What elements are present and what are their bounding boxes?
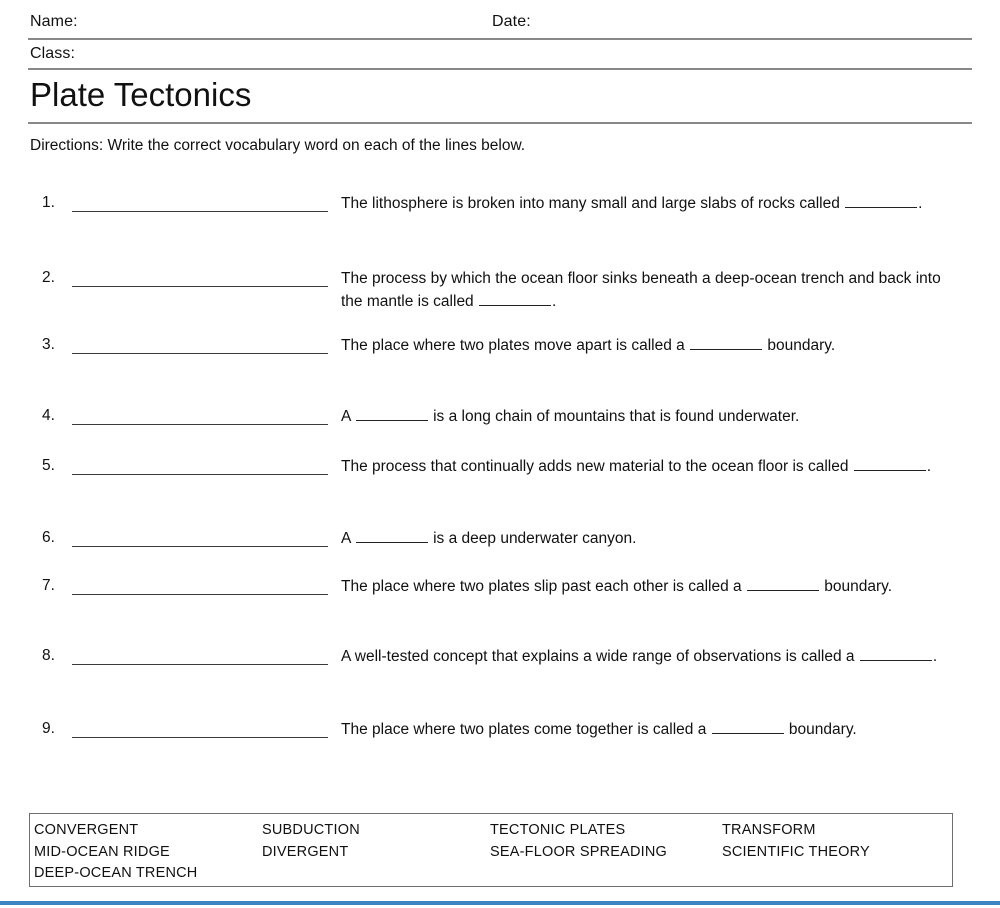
word-bank-item: TECTONIC PLATES	[490, 822, 626, 838]
question-number: 3.	[42, 336, 55, 353]
question-text-after: .	[932, 648, 938, 665]
question-text-after: .	[918, 195, 923, 212]
question-number: 5.	[42, 457, 55, 474]
word-bank-column: TECTONIC PLATES SEA-FLOOR SPREADING	[490, 820, 667, 863]
inline-blank	[711, 720, 784, 734]
inline-blank	[690, 336, 763, 350]
question-number: 2.	[42, 269, 55, 286]
question-text: The lithosphere is broken into many smal…	[341, 192, 951, 215]
question-text-before: The lithosphere is broken into many smal…	[341, 195, 845, 212]
answer-blank-line[interactable]	[72, 546, 328, 547]
class-label: Class:	[30, 45, 76, 62]
word-bank-column: TRANSFORM SCIENTIFIC THEORY	[722, 820, 870, 863]
answer-blank-line[interactable]	[72, 424, 328, 425]
question-text: A is a deep underwater canyon.	[341, 527, 951, 550]
question-number: 9.	[42, 720, 55, 737]
inline-blank	[355, 529, 428, 543]
question-number: 4.	[42, 407, 55, 424]
word-bank-item: DIVERGENT	[262, 843, 349, 860]
header-rule-2	[28, 68, 972, 70]
question-number: 1.	[42, 194, 55, 211]
worksheet-page: Name: Date: Class: Plate Tectonics Direc…	[0, 0, 1000, 901]
answer-blank-line[interactable]	[72, 594, 328, 595]
word-bank-column: SUBDUCTION DIVERGENT	[262, 820, 360, 863]
question-text-before: The process that continually adds new ma…	[341, 458, 853, 475]
inline-blank	[853, 457, 926, 471]
directions-text: Directions: Write the correct vocabulary…	[30, 137, 526, 154]
question-text-after: is a deep underwater canyon.	[428, 530, 637, 547]
word-bank-item: SEA-FLOOR SPREADING	[490, 843, 668, 860]
question-text-before: A well-tested concept that explains a wi…	[341, 648, 859, 665]
question-text-before: A	[341, 530, 355, 547]
question-text-before: The place where two plates slip past eac…	[341, 578, 746, 595]
word-bank-item: MID-OCEAN RIDGE	[34, 843, 170, 860]
inline-blank	[355, 407, 428, 421]
question-text: The place where two plates come together…	[341, 718, 951, 741]
name-date-row: Name: Date:	[28, 12, 972, 38]
word-bank-item: TRANSFORM	[722, 822, 816, 838]
title-rule	[28, 122, 972, 124]
question-number: 7.	[42, 577, 55, 594]
answer-blank-line[interactable]	[72, 737, 328, 738]
question-text-before: The place where two plates come together…	[341, 721, 711, 738]
question-text: A well-tested concept that explains a wi…	[341, 645, 951, 668]
answer-blank-line[interactable]	[72, 353, 328, 354]
question-text-before: The process by which the ocean floor sin…	[341, 270, 941, 310]
bottom-accent-bar	[0, 901, 1000, 908]
question-text: The place where two plates slip past eac…	[341, 575, 951, 598]
answer-blank-line[interactable]	[72, 211, 328, 212]
class-row: Class:	[28, 44, 972, 70]
question-number: 6.	[42, 529, 55, 546]
inline-blank	[746, 577, 819, 591]
word-bank-item: CONVERGENT	[34, 822, 139, 838]
name-label: Name:	[30, 13, 78, 30]
question-text: A is a long chain of mountains that is f…	[341, 405, 951, 428]
question-text: The process that continually adds new ma…	[341, 455, 951, 478]
question-text-after: boundary.	[784, 721, 857, 738]
word-bank: CONVERGENT MID-OCEAN RIDGE DEEP-OCEAN TREN…	[29, 813, 953, 887]
question-text-after: boundary.	[763, 337, 836, 354]
answer-blank-line[interactable]	[72, 286, 328, 287]
page-title: Plate Tectonics	[30, 76, 252, 113]
question-text-after: .	[926, 458, 932, 475]
date-label: Date:	[492, 13, 531, 30]
accent-bar-line	[0, 901, 1000, 905]
answer-blank-line[interactable]	[72, 474, 328, 475]
word-bank-item: SCIENTIFIC THEORY	[722, 843, 870, 860]
question-text-after: is a long chain of mountains that is fou…	[428, 408, 800, 425]
question-text-before: The place where two plates move apart is…	[341, 337, 690, 354]
inline-blank	[479, 292, 551, 306]
inline-blank	[845, 194, 918, 208]
question-text-after: .	[552, 293, 557, 310]
question-text-after: boundary.	[819, 578, 893, 595]
inline-blank	[859, 647, 932, 661]
word-bank-item: SUBDUCTION	[262, 822, 360, 838]
answer-blank-line[interactable]	[72, 664, 328, 665]
header-rule-1	[28, 38, 972, 40]
question-text-before: A	[341, 408, 355, 425]
question-text: The place where two plates move apart is…	[341, 334, 951, 357]
word-bank-item: DEEP-OCEAN TRENCH	[34, 865, 198, 881]
word-bank-column: CONVERGENT MID-OCEAN RIDGE DEEP-OCEAN TREN…	[34, 820, 197, 885]
question-number: 8.	[42, 647, 55, 664]
question-text: The process by which the ocean floor sin…	[341, 267, 951, 313]
